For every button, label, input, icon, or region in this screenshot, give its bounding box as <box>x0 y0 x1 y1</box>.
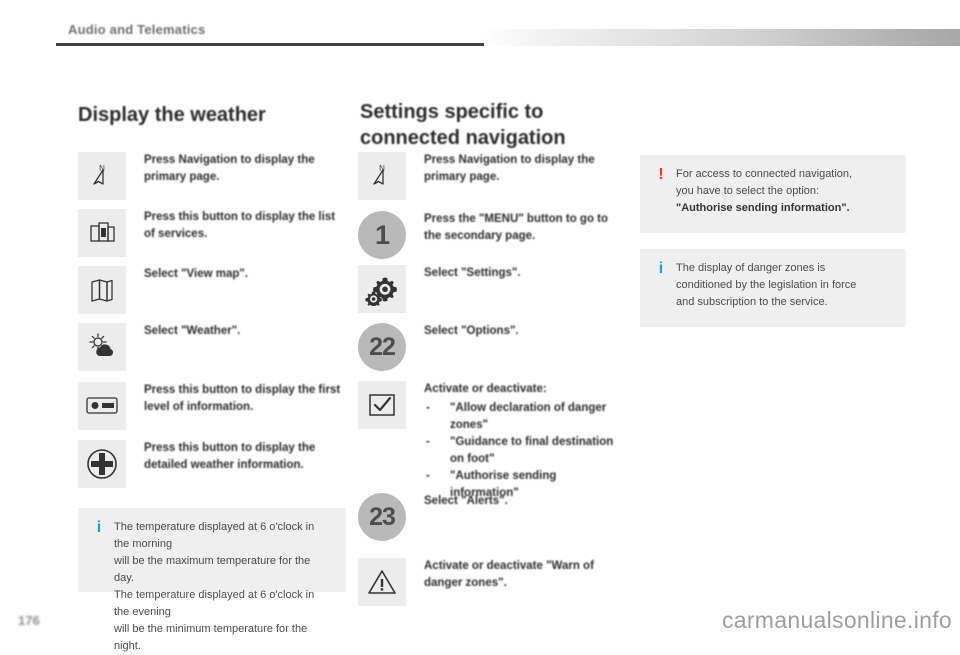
note-line: conditioned by the legislation in force <box>676 279 857 292</box>
step-instruction-group: Activate or deactivate: - "Allow declarat… <box>424 381 626 502</box>
step-number-badge-22: 22 <box>358 323 406 371</box>
step-number-badge-23: 23 <box>358 493 406 541</box>
step-row: Select "Weather". <box>78 323 340 371</box>
step-row: Press this button to display the first l… <box>78 382 346 430</box>
note-box-danger-zones-legislation: i The display of danger zones is conditi… <box>640 249 906 327</box>
step-instruction: Press this button to display the first l… <box>144 384 341 414</box>
note-line: The temperature displayed at 6 o'clock i… <box>114 521 315 551</box>
note-line-bold: "Authorise sending information". <box>676 200 852 217</box>
note-emphasis: "Authorise sending information". <box>676 202 850 215</box>
note-line: and subscription to the service. <box>676 296 828 309</box>
badge-number: 22 <box>369 332 396 361</box>
info-level-icon <box>78 382 126 430</box>
step-row: 23 Select "Alerts". <box>358 493 620 541</box>
step-row: Activate or deactivate: - "Allow declarat… <box>358 381 626 502</box>
note-text: The display of danger zones is condition… <box>676 260 856 311</box>
services-list-icon <box>78 209 126 257</box>
header-gradient-bar <box>484 29 960 46</box>
step-row: Select "View map". <box>78 266 340 314</box>
step-instruction: Press this button to display the detaile… <box>144 442 316 472</box>
header-rule <box>56 43 484 46</box>
weather-sun-cloud-icon <box>78 323 126 371</box>
step-instruction: Select "View map". <box>144 268 249 280</box>
warning-triangle-icon <box>358 558 406 606</box>
page-header: Audio and Telematics <box>0 0 960 46</box>
title-line-1: Settings specific to <box>360 101 544 123</box>
step-instruction: Activate or deactivate "Warn of danger z… <box>424 560 594 590</box>
step-row: N Press Navigation to display the primar… <box>358 152 620 200</box>
sub-option-label: "Allow declaration of danger zones" <box>450 402 607 432</box>
dash-bullet: - <box>426 470 430 483</box>
note-box-connected-navigation-access: ! For access to connected navigation, yo… <box>640 155 906 233</box>
note-line: will be the maximum temperature for the … <box>114 555 311 585</box>
step-row: Press this button to display the detaile… <box>78 440 346 488</box>
info-icon: i <box>96 519 102 536</box>
sub-option-label: "Guidance to final destination on foot" <box>450 436 614 466</box>
page-title-connected-navigation: Settings specific to connected navigatio… <box>360 100 625 151</box>
note-text: The temperature displayed at 6 o'clock i… <box>114 519 332 655</box>
site-watermark: carmanualsonline.info <box>721 607 952 633</box>
settings-gears-icon <box>358 265 406 313</box>
dash-bullet: - <box>426 402 430 415</box>
note-box-temperature: i The temperature displayed at 6 o'clock… <box>78 508 346 652</box>
title-line-2: connected navigation <box>360 126 566 149</box>
dash-bullet: - <box>426 436 430 449</box>
sub-option-list: - "Allow declaration of danger zones" - "G… <box>424 400 626 502</box>
step-row: Select "Settings". <box>358 265 620 313</box>
note-line: The display of danger zones is <box>676 262 826 274</box>
step-row: N Press Navigation to display the primar… <box>78 152 340 200</box>
step-row: 1 Press the "MENU" button to go to the s… <box>358 211 626 259</box>
page-title-display-weather: Display the weather <box>78 104 266 126</box>
step-row: 22 Select "Options". <box>358 323 620 371</box>
list-item: - "Guidance to final destination on foot" <box>424 434 626 468</box>
step-instruction: Select "Weather". <box>144 325 241 337</box>
badge-number: 1 <box>374 219 390 250</box>
step-row: Press this button to display the list of… <box>78 209 344 257</box>
checkbox-icon <box>358 381 406 429</box>
step-instruction: Select "Options". <box>424 325 519 337</box>
note-text: For access to connected navigation, you … <box>676 166 852 217</box>
note-line: The temperature displayed at 6 o'clock i… <box>114 589 315 619</box>
list-item: - "Allow declaration of danger zones" <box>424 400 626 434</box>
step-instruction: Select "Alerts". <box>424 495 508 507</box>
note-line: For access to connected navigation, <box>676 168 853 180</box>
step-instruction: Press this button to display the list of… <box>144 211 336 241</box>
navigation-arrow-icon: N <box>358 152 406 200</box>
step-instruction: Press Navigation to display the primary … <box>144 154 315 184</box>
step-number-badge-1: 1 <box>358 211 406 259</box>
navigation-arrow-icon: N <box>78 152 126 200</box>
step-instruction: Activate or deactivate: <box>424 383 547 395</box>
step-instruction: Press the "MENU" button to go to the sec… <box>424 213 609 243</box>
breadcrumb: Audio and Telematics <box>68 22 206 37</box>
map-icon <box>78 266 126 314</box>
warning-exclamation-icon: ! <box>658 166 664 183</box>
step-instruction: Select "Settings". <box>424 267 521 279</box>
note-line: will be the minimum temperature for the … <box>114 623 308 653</box>
plus-circle-icon <box>78 440 126 488</box>
note-line: you have to select the option: <box>676 185 820 198</box>
badge-number: 23 <box>369 502 396 531</box>
step-row: Activate or deactivate "Warn of danger z… <box>358 558 624 606</box>
page-number: 176 <box>18 613 40 628</box>
step-instruction: Press Navigation to display the primary … <box>424 154 595 184</box>
info-icon: i <box>658 260 664 277</box>
